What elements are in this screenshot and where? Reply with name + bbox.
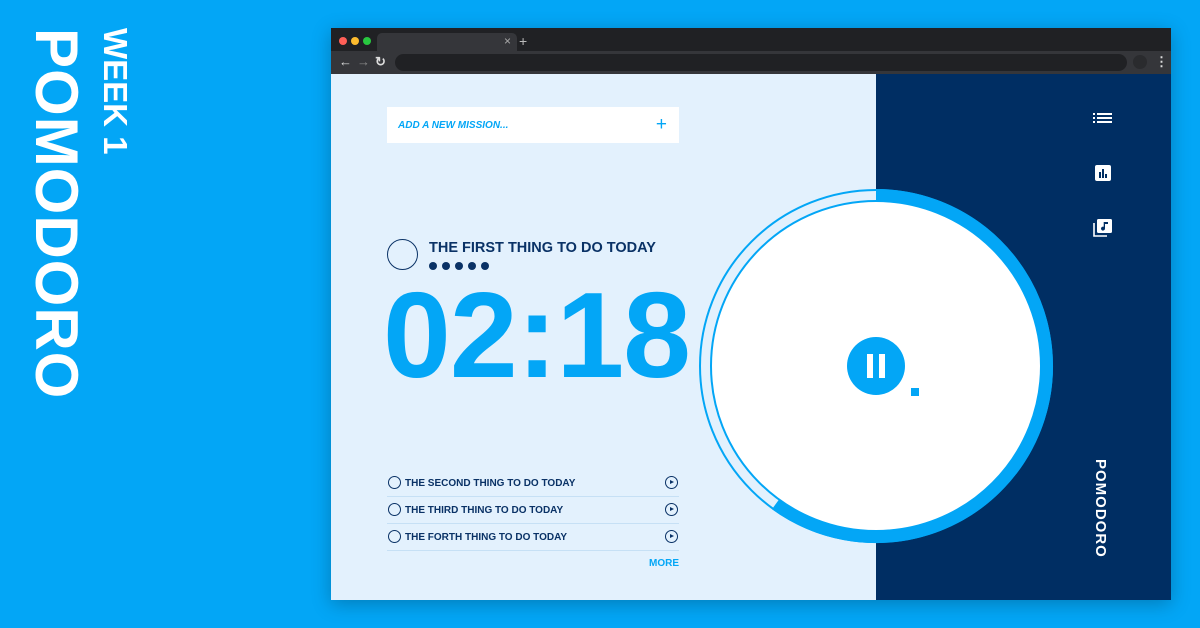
brand-label: POMODORO [1092,459,1109,558]
maximize-window-button[interactable] [363,37,371,45]
tab-bar: × + [331,28,1171,51]
dial-dot [911,388,919,396]
chart-icon[interactable] [1093,164,1113,182]
poster-week: WEEK 1 [97,28,134,155]
pause-button[interactable] [847,337,905,395]
close-tab-icon[interactable]: × [504,34,511,48]
app-content: ADD A NEW MISSION... + THE FIRST THING TO… [331,74,1171,600]
menu-icon[interactable]: ⋮ [1155,54,1168,70]
music-library-icon[interactable] [1093,219,1113,237]
close-window-button[interactable] [339,37,347,45]
timer-dial [699,189,1053,543]
minimize-window-button[interactable] [351,37,359,45]
profile-icon[interactable] [1133,55,1147,69]
pause-icon [867,354,873,378]
forward-icon[interactable]: → [357,54,370,69]
reload-icon[interactable]: ↻ [375,54,386,70]
list-icon[interactable] [1093,110,1113,128]
new-tab-button[interactable]: + [519,33,527,49]
address-bar[interactable] [395,54,1127,71]
poster-title: POMODORO [23,28,90,400]
browser-window: × + ← → ↻ ⋮ ADD A NEW MISSION... + THE FI… [331,28,1171,600]
browser-toolbar: ← → ↻ ⋮ [331,51,1171,74]
browser-tab[interactable]: × [377,33,517,51]
back-icon[interactable]: ← [339,54,352,69]
